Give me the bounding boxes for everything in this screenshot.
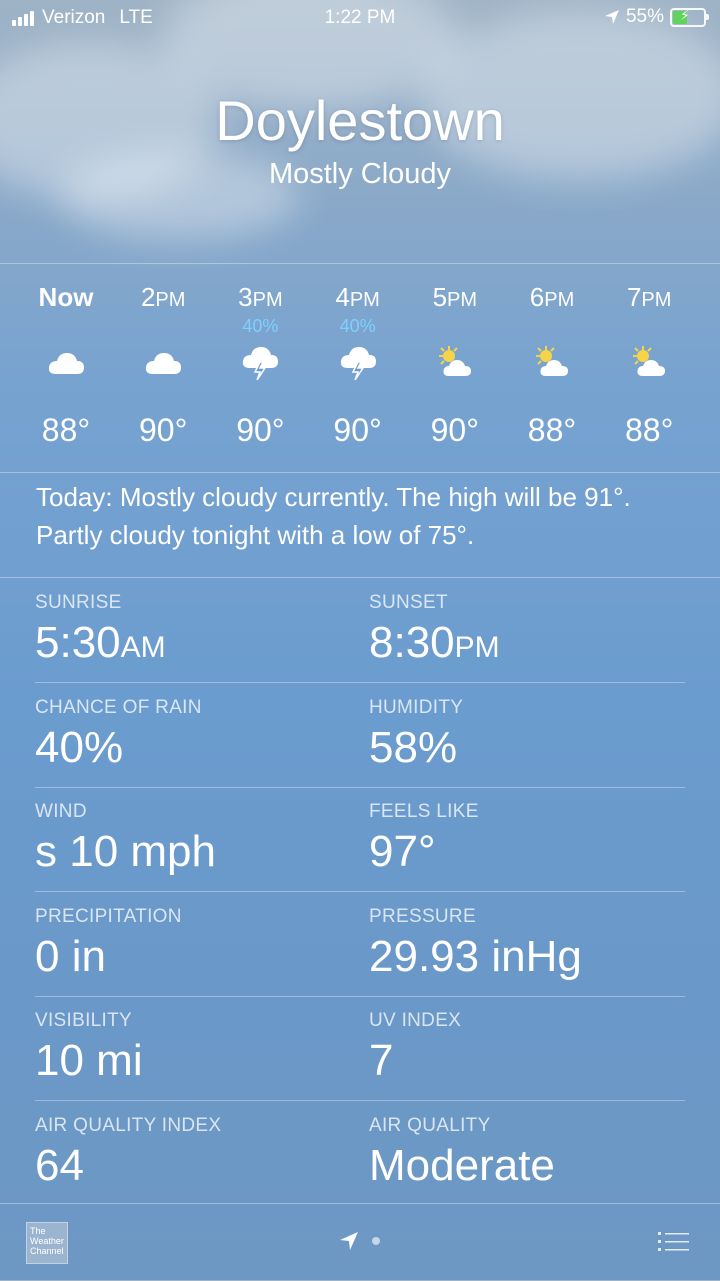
hour-label: Now — [38, 282, 94, 312]
detail-value: Moderate — [369, 1140, 555, 1190]
hour-label: 5PM — [432, 282, 478, 312]
hour-temp: 90° — [236, 412, 285, 448]
divider — [35, 786, 685, 788]
precip-chance: 40% — [339, 316, 376, 336]
hour-temp: 88° — [624, 412, 674, 448]
divider — [35, 682, 685, 683]
partly-sunny-icon — [532, 344, 572, 380]
hour-label: 7PM — [626, 282, 672, 312]
page-indicator-dot[interactable] — [372, 1237, 380, 1245]
detail-label: AIR QUALITY INDEX — [35, 1114, 222, 1136]
cloud-icon — [46, 344, 86, 380]
hour-label: 4PM — [335, 282, 380, 312]
partly-sunny-icon — [629, 344, 669, 380]
battery-icon: ⚡ — [670, 7, 709, 27]
detail-label: UV INDEX — [369, 1010, 462, 1031]
weather-channel-logo[interactable]: The Weather Channel — [26, 1222, 68, 1264]
detail-label: WIND — [35, 801, 87, 822]
hour-temp: 88° — [527, 412, 577, 448]
divider — [35, 1100, 685, 1101]
detail-humidity: HUMIDITY 58% — [369, 697, 689, 773]
hour-temp: 90° — [138, 412, 188, 448]
detail-label: CHANCE OF RAIN — [35, 696, 202, 718]
detail-chance-of-rain: CHANCE OF RAIN 40% — [35, 697, 355, 773]
detail-value: 8:30PM — [369, 618, 500, 667]
hourly-forecast[interactable]: Now 88° 2PM 90° 3PM 40% 90° 4PM 40% 90° 5PM 90° 6PM 8… — [0, 264, 720, 472]
detail-visibility: VISIBILITY 10 mi — [35, 1010, 355, 1086]
divider — [35, 995, 685, 997]
detail-value: 7 — [369, 1036, 394, 1085]
divider — [35, 891, 685, 892]
detail-wind: WIND s 10 mph — [35, 801, 355, 877]
detail-air-quality: AIR QUALITY Moderate — [369, 1115, 689, 1191]
status-bar: Verizon LTE 1:22 PM 55% ⚡ — [0, 0, 720, 36]
detail-label: HUMIDITY — [369, 696, 464, 718]
detail-feels-like: FEELS LIKE 97° — [369, 801, 689, 877]
detail-label: SUNSET — [369, 592, 448, 613]
detail-value: 0 in — [35, 931, 106, 981]
detail-value: 58% — [369, 722, 458, 772]
detail-sunrise: SUNRISE 5:30AM — [35, 592, 355, 668]
battery-percent: 55% — [625, 6, 664, 27]
thunderstorm-icon — [240, 344, 280, 381]
detail-precipitation: PRECIPITATION 0 in — [35, 906, 355, 982]
partly-sunny-icon — [435, 344, 475, 380]
cloud-icon — [143, 344, 183, 380]
current-condition: Mostly Cloudy — [268, 158, 452, 190]
detail-value: 29.93 inHg — [369, 931, 582, 981]
detail-sunset: SUNSET 8:30PM — [369, 592, 689, 668]
detail-uv-index: UV INDEX 7 — [369, 1010, 689, 1086]
detail-label: PRECIPITATION — [35, 905, 182, 927]
detail-label: VISIBILITY — [35, 1010, 132, 1031]
detail-value: 5:30AM — [35, 618, 166, 667]
detail-air-quality-index: AIR QUALITY INDEX 64 — [35, 1115, 355, 1191]
hour-temp: 90° — [430, 412, 479, 448]
detail-value: 40% — [35, 722, 124, 772]
divider — [0, 472, 720, 473]
city-name: Doylestown — [215, 89, 505, 152]
location-arrow-icon[interactable] — [338, 1230, 360, 1252]
detail-label: PRESSURE — [369, 905, 476, 927]
detail-value: s 10 mph — [35, 827, 216, 876]
detail-value: 64 — [35, 1140, 84, 1190]
detail-value: 10 mi — [35, 1036, 143, 1085]
detail-label: AIR QUALITY — [369, 1114, 491, 1136]
divider — [0, 577, 720, 578]
thunderstorm-icon — [338, 344, 378, 381]
daily-summary: Today: Mostly cloudy currently. The high… — [36, 482, 631, 550]
detail-value: 97° — [369, 827, 436, 876]
hour-label: 3PM — [238, 282, 283, 312]
bottom-toolbar: The Weather Channel — [0, 1203, 720, 1281]
detail-pressure: PRESSURE 29.93 inHg — [369, 906, 689, 982]
detail-label: FEELS LIKE — [369, 801, 479, 822]
location-arrow-icon — [604, 10, 619, 24]
hour-temp: 88° — [41, 412, 91, 448]
hour-label: 6PM — [529, 282, 575, 312]
hour-label: 2PM — [140, 282, 186, 312]
hour-temp: 90° — [333, 412, 382, 448]
list-icon[interactable] — [658, 1230, 690, 1254]
detail-label: SUNRISE — [35, 592, 122, 613]
precip-chance: 40% — [242, 316, 279, 336]
